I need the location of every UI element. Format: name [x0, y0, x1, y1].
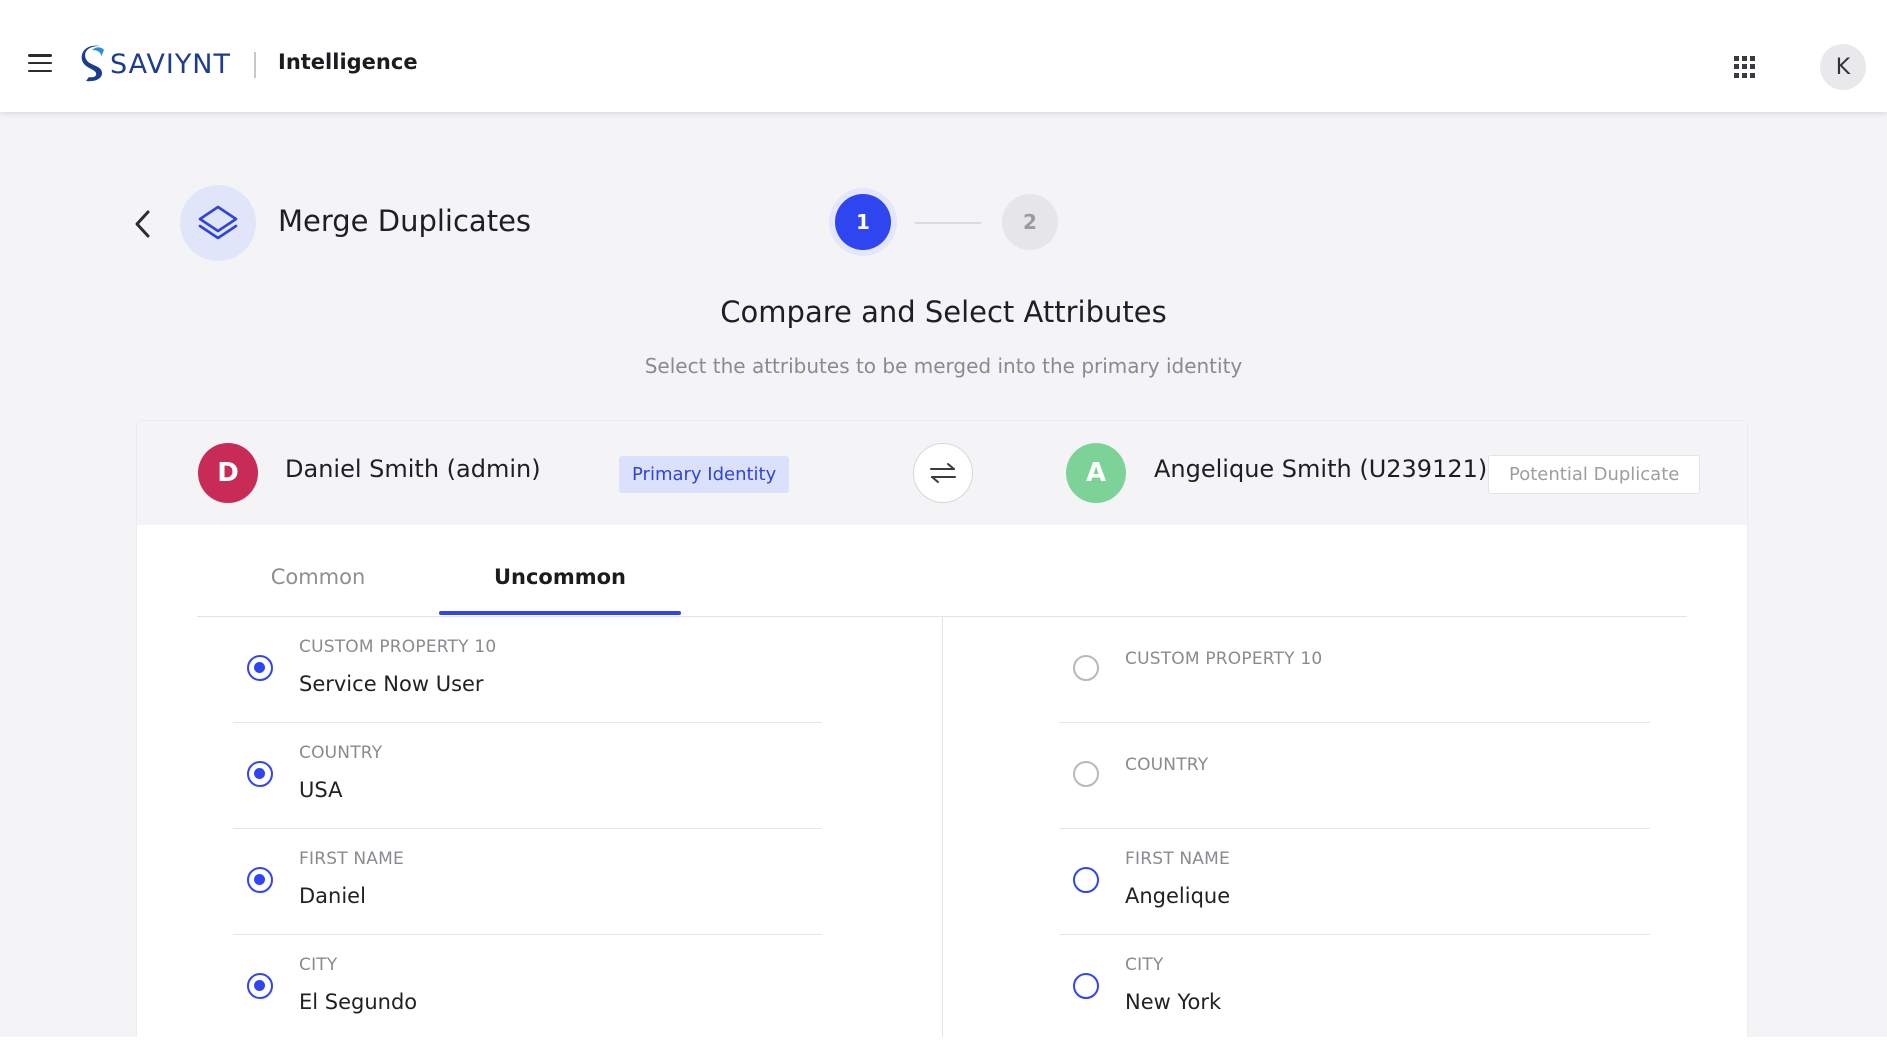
attribute-value: Angelique: [1125, 884, 1231, 908]
page-title: Merge Duplicates: [278, 204, 532, 238]
attribute-label: FIRST NAME: [1125, 849, 1230, 869]
apps-grid-icon[interactable]: [1734, 56, 1756, 78]
primary-identity-avatar: D: [198, 443, 258, 503]
attribute-row: FIRST NAME Angelique: [1059, 829, 1650, 935]
step-1-indicator: 1: [835, 194, 891, 250]
user-avatar[interactable]: K: [1820, 44, 1866, 90]
section-title: Compare and Select Attributes: [720, 295, 1167, 329]
primary-identity-badge: Primary Identity: [619, 456, 790, 493]
attribute-value: Daniel: [299, 884, 366, 908]
section-subtitle: Select the attributes to be merged into …: [644, 354, 1243, 378]
tab-uncommon[interactable]: Uncommon: [439, 565, 681, 589]
merge-card: D Daniel Smith (admin) Primary Identity …: [136, 420, 1748, 1037]
attribute-tabs: Common Uncommon: [197, 525, 1687, 617]
saviynt-s-icon: [81, 45, 104, 82]
hamburger-menu-icon[interactable]: [28, 54, 52, 72]
column-divider: [942, 617, 943, 1037]
attribute-row: CUSTOM PROPERTY 10: [1059, 617, 1650, 723]
product-name: Intelligence: [278, 50, 418, 74]
attribute-label: CUSTOM PROPERTY 10: [1125, 649, 1323, 669]
chevron-left-icon[interactable]: [130, 207, 156, 241]
workspace: Merge Duplicates 1 2 Compare and Select …: [0, 112, 1887, 1037]
tab-common[interactable]: Common: [197, 565, 439, 589]
attribute-radio[interactable]: [247, 973, 273, 999]
saviynt-logo[interactable]: SAVIYNT: [80, 44, 231, 84]
potential-duplicate-badge: Potential Duplicate: [1488, 455, 1701, 494]
primary-identity-name: Daniel Smith (admin): [285, 455, 541, 483]
attribute-radio[interactable]: [1073, 973, 1099, 999]
attribute-row: CUSTOM PROPERTY 10 Service Now User: [233, 617, 822, 723]
attribute-radio[interactable]: [247, 867, 273, 893]
title-icon-circle: [180, 185, 256, 261]
step-2-indicator: 2: [1002, 194, 1058, 250]
attribute-radio[interactable]: [247, 761, 273, 787]
attribute-radio[interactable]: [247, 655, 273, 681]
swap-identities-button[interactable]: [913, 443, 973, 503]
attribute-label: COUNTRY: [299, 743, 383, 763]
attribute-value: USA: [299, 778, 343, 802]
layers-icon: [198, 205, 238, 240]
attribute-label: COUNTRY: [1125, 755, 1209, 775]
attribute-row: FIRST NAME Daniel: [233, 829, 822, 935]
attribute-row: COUNTRY: [1059, 723, 1650, 829]
logo-divider: [254, 52, 256, 78]
duplicate-identity-avatar: A: [1066, 443, 1126, 503]
active-tab-indicator: [439, 611, 681, 615]
logo-text: SAVIYNT: [110, 48, 231, 80]
attribute-row: COUNTRY USA: [233, 723, 822, 829]
attribute-radio[interactable]: [1073, 655, 1099, 681]
attribute-value: El Segundo: [299, 990, 418, 1014]
attribute-value: Service Now User: [299, 672, 484, 696]
duplicate-identity-name: Angelique Smith (U239121): [1154, 455, 1488, 483]
top-bar: SAVIYNT Intelligence K: [0, 0, 1887, 112]
swap-arrows-icon: [930, 463, 956, 483]
step-connector: [915, 222, 981, 224]
attribute-radio[interactable]: [1073, 761, 1099, 787]
identity-bar: D Daniel Smith (admin) Primary Identity …: [137, 421, 1747, 525]
attribute-label: CITY: [1125, 955, 1164, 975]
attribute-row: CITY El Segundo: [233, 935, 822, 1037]
attribute-row: CITY New York: [1059, 935, 1650, 1037]
attribute-value: New York: [1125, 990, 1222, 1014]
attribute-radio[interactable]: [1073, 867, 1099, 893]
attribute-label: CUSTOM PROPERTY 10: [299, 637, 497, 657]
attribute-label: CITY: [299, 955, 338, 975]
attribute-label: FIRST NAME: [299, 849, 404, 869]
